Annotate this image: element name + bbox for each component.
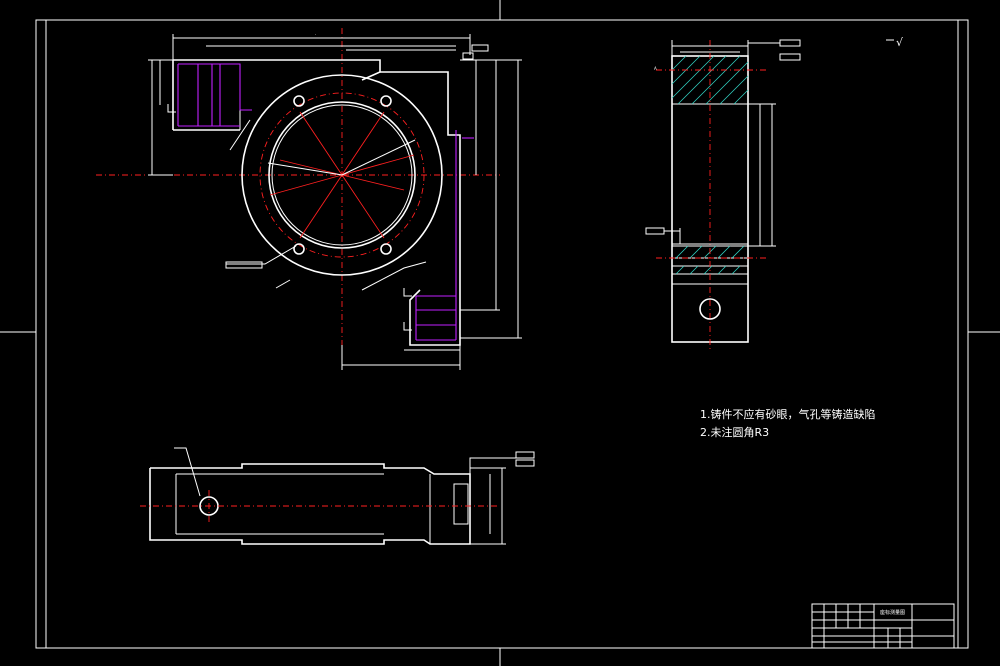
cad-drawing-canvas: · A 1.铸件不应有砂眼，气孔等铸造缺陷 2.未注圆角R3 √ 座标测量图	[0, 0, 1000, 666]
upper-arm-outline	[173, 59, 381, 81]
outer-border	[35, 19, 969, 649]
note-line-2: 2.未注圆角R3	[700, 425, 769, 439]
side-view: A	[645, 39, 801, 350]
roughness-symbol: √	[886, 36, 904, 49]
roughness-check-icon: √	[896, 36, 904, 49]
title-block: 座标测量图	[811, 603, 955, 649]
note-line-1: 1.铸件不应有砂眼，气孔等铸造缺陷	[700, 407, 876, 421]
drawing-sheet: · A 1.铸件不应有砂眼，气孔等铸造缺陷 2.未注圆角R3 √ 座标测量图	[0, 0, 1000, 666]
bolt-hole	[380, 243, 392, 255]
bolt-hole	[293, 95, 305, 107]
technical-notes: 1.铸件不应有砂眼，气孔等铸造缺陷 2.未注圆角R3	[700, 407, 876, 439]
bolt-hole	[293, 243, 305, 255]
svg-text:A: A	[654, 66, 657, 71]
front-view: ·	[96, 28, 522, 370]
bolt-hole	[380, 95, 392, 107]
drawing-title: 座标测量图	[880, 609, 905, 616]
top-view	[140, 447, 535, 545]
top-view-outline	[149, 463, 471, 545]
svg-text:·: ·	[315, 32, 316, 37]
sheet-frame	[0, 0, 1000, 666]
